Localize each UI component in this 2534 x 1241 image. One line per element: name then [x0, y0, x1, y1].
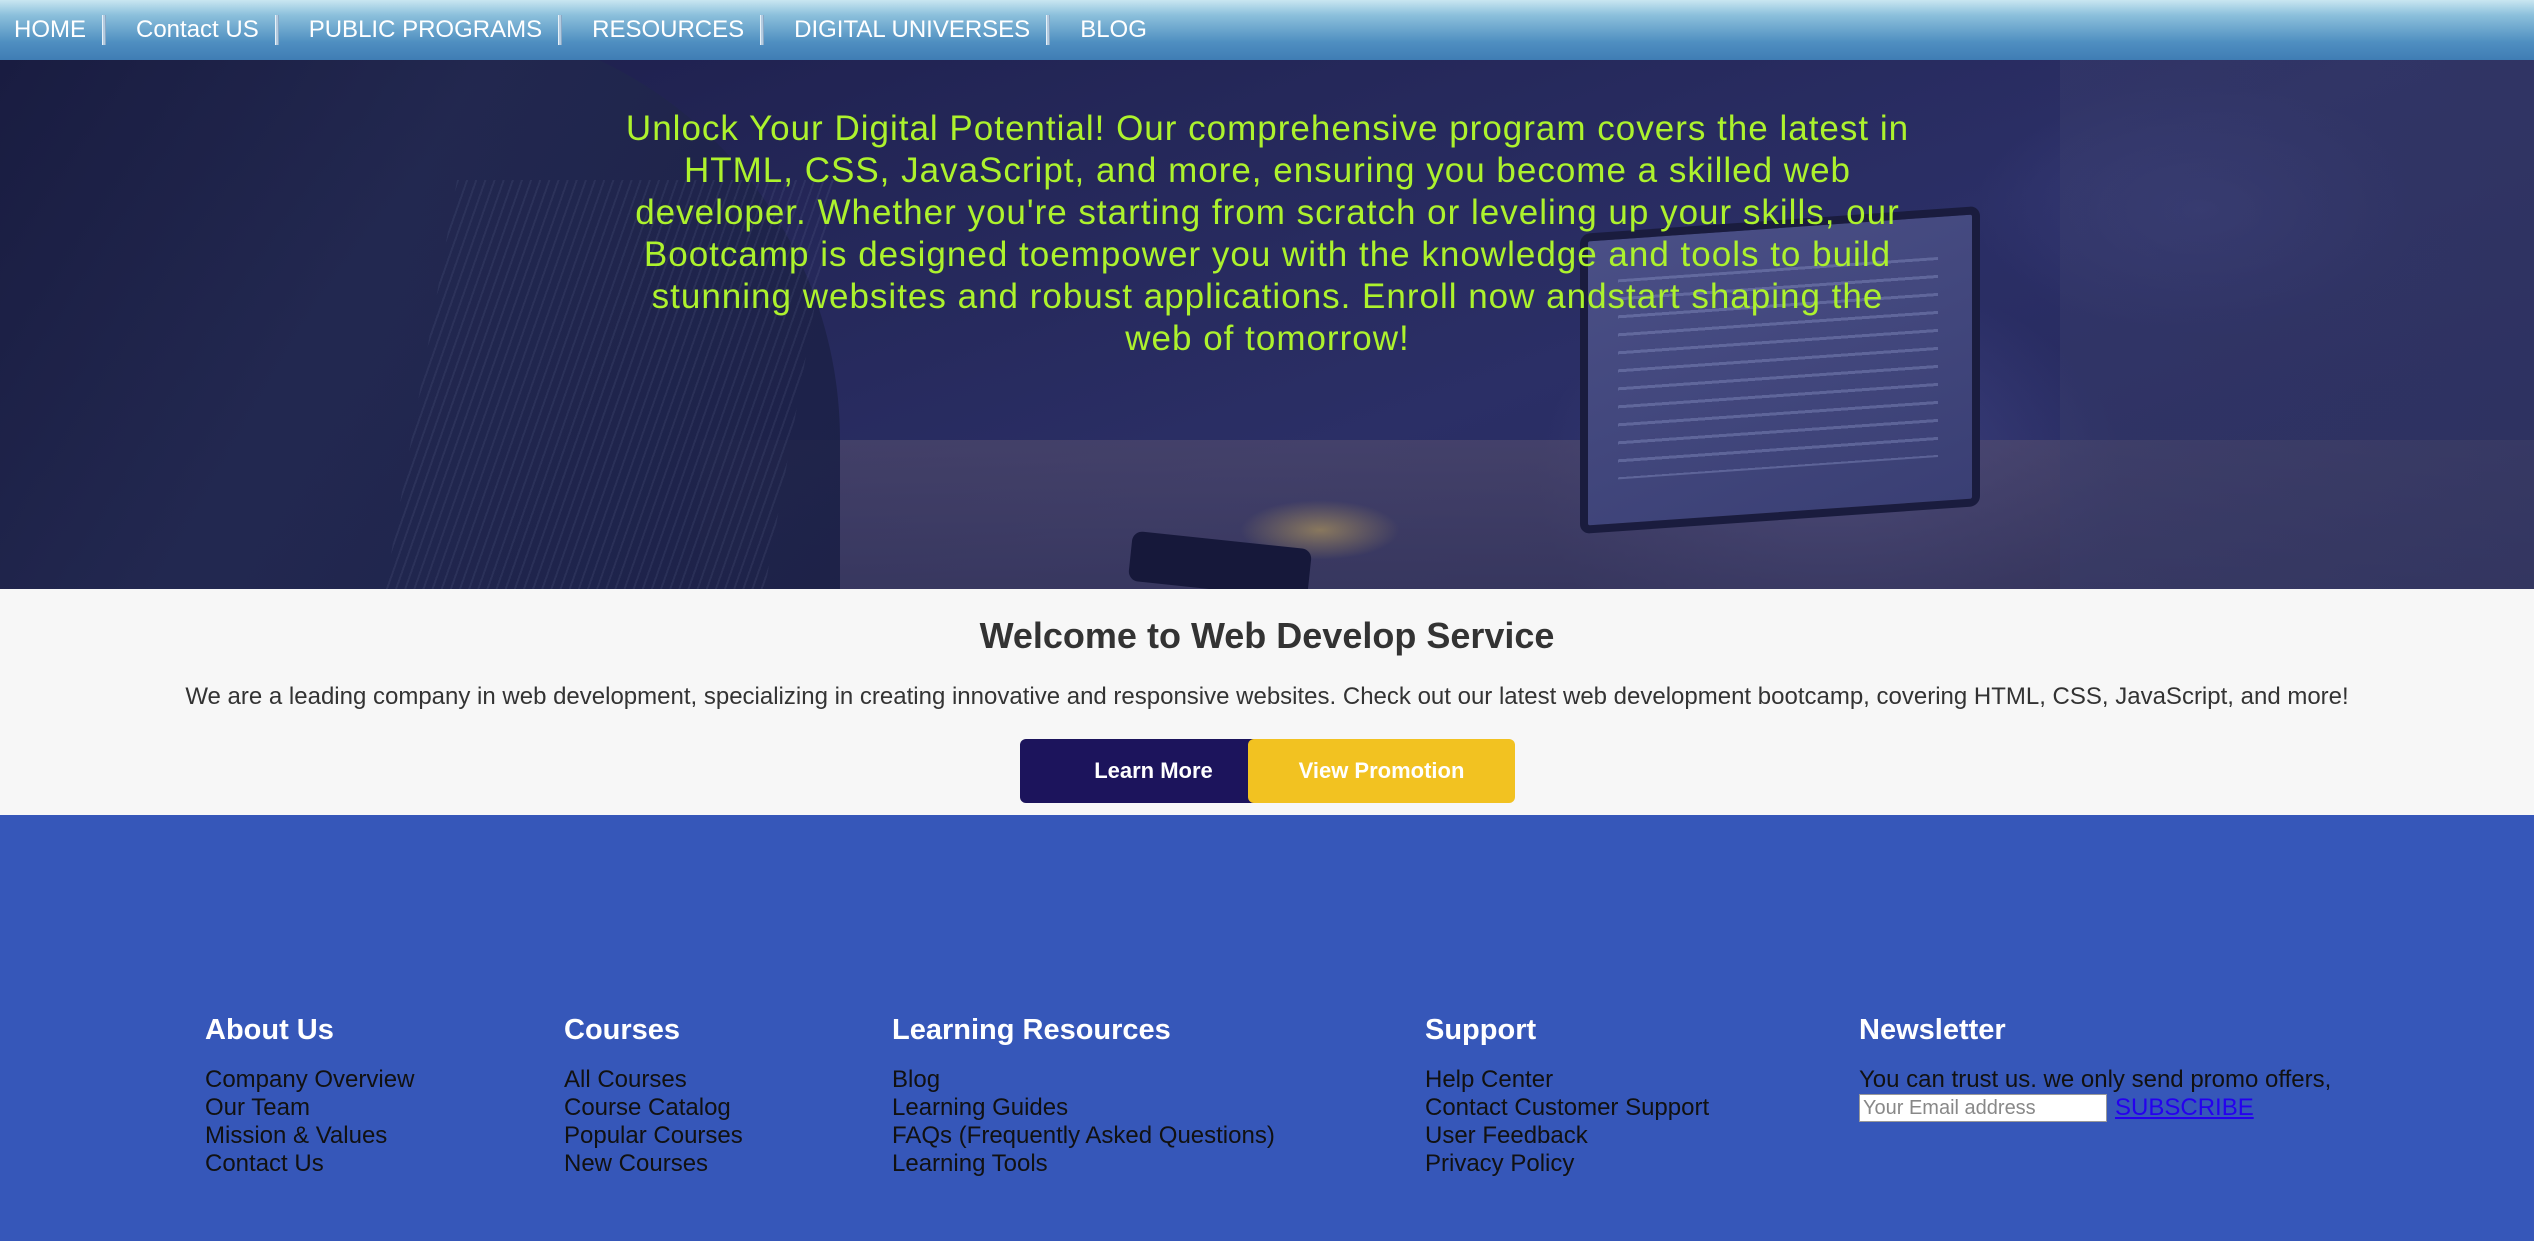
hero-text: Unlock Your Digital Potential! Our compr…	[625, 109, 1910, 358]
nav-resources[interactable]: RESOURCES	[592, 15, 760, 45]
footer-learning-column: Learning Resources Blog Learning Guides …	[892, 1013, 1275, 1178]
top-nav: HOME Contact US PUBLIC PROGRAMS RESOURCE…	[0, 0, 2534, 60]
newsletter-form: SUBSCRIBE	[1859, 1094, 2331, 1122]
nav-contact-us[interactable]: Contact US	[136, 15, 275, 45]
hero-background-person-right	[2060, 60, 2534, 589]
footer-link-blog[interactable]: Blog	[892, 1066, 1275, 1094]
footer-newsletter-column: Newsletter You can trust us. we only sen…	[1859, 1013, 2331, 1122]
footer-link-our-team[interactable]: Our Team	[205, 1094, 414, 1122]
welcome-title: Welcome to Web Develop Service	[979, 615, 1555, 656]
footer-link-faqs[interactable]: FAQs (Frequently Asked Questions)	[892, 1122, 1275, 1150]
footer-link-mission-values[interactable]: Mission & Values	[205, 1122, 414, 1150]
learn-more-button[interactable]: Learn More	[1020, 739, 1287, 803]
footer-courses-column: Courses All Courses Course Catalog Popul…	[564, 1013, 743, 1178]
nav-public-programs[interactable]: PUBLIC PROGRAMS	[309, 15, 558, 45]
subscribe-link[interactable]: SUBSCRIBE	[2115, 1094, 2254, 1122]
footer-link-contact-support[interactable]: Contact Customer Support	[1425, 1094, 1709, 1122]
footer-support-title: Support	[1425, 1014, 1537, 1046]
newsletter-text: You can trust us. we only send promo off…	[1859, 1066, 2332, 1093]
footer-link-all-courses[interactable]: All Courses	[564, 1066, 743, 1094]
welcome-description: We are a leading company in web developm…	[185, 683, 2349, 710]
nav-divider	[558, 15, 563, 45]
footer-link-new-courses[interactable]: New Courses	[564, 1150, 743, 1178]
footer-about-column: About Us Company Overview Our Team Missi…	[205, 1013, 414, 1178]
nav-digital-universes[interactable]: DIGITAL UNIVERSES	[794, 15, 1046, 45]
footer: About Us Company Overview Our Team Missi…	[0, 815, 2534, 1241]
footer-newsletter-title: Newsletter	[1859, 1014, 2006, 1046]
footer-link-help-center[interactable]: Help Center	[1425, 1066, 1709, 1094]
footer-courses-title: Courses	[564, 1014, 681, 1046]
footer-about-title: About Us	[205, 1014, 334, 1046]
nav-divider	[760, 15, 765, 45]
footer-link-learning-tools[interactable]: Learning Tools	[892, 1150, 1275, 1178]
nav-divider	[1046, 15, 1051, 45]
footer-support-column: Support Help Center Contact Customer Sup…	[1425, 1013, 1709, 1178]
nav-divider	[102, 15, 106, 45]
welcome-section: Welcome to Web Develop Service We are a …	[0, 589, 2534, 815]
footer-link-company-overview[interactable]: Company Overview	[205, 1066, 414, 1094]
footer-link-contact-us[interactable]: Contact Us	[205, 1150, 414, 1178]
footer-link-popular-courses[interactable]: Popular Courses	[564, 1122, 743, 1150]
footer-learning-title: Learning Resources	[892, 1014, 1171, 1046]
footer-link-course-catalog[interactable]: Course Catalog	[564, 1094, 743, 1122]
footer-link-user-feedback[interactable]: User Feedback	[1425, 1122, 1709, 1150]
view-promotion-button[interactable]: View Promotion	[1248, 739, 1515, 803]
hero-banner: Unlock Your Digital Potential! Our compr…	[0, 60, 2534, 589]
nav-home[interactable]: HOME	[14, 15, 102, 45]
nav-divider	[274, 15, 279, 45]
newsletter-email-input[interactable]	[1859, 1094, 2107, 1122]
nav-blog[interactable]: BLOG	[1080, 15, 1163, 45]
footer-link-privacy-policy[interactable]: Privacy Policy	[1425, 1150, 1709, 1178]
footer-link-learning-guides[interactable]: Learning Guides	[892, 1094, 1275, 1122]
